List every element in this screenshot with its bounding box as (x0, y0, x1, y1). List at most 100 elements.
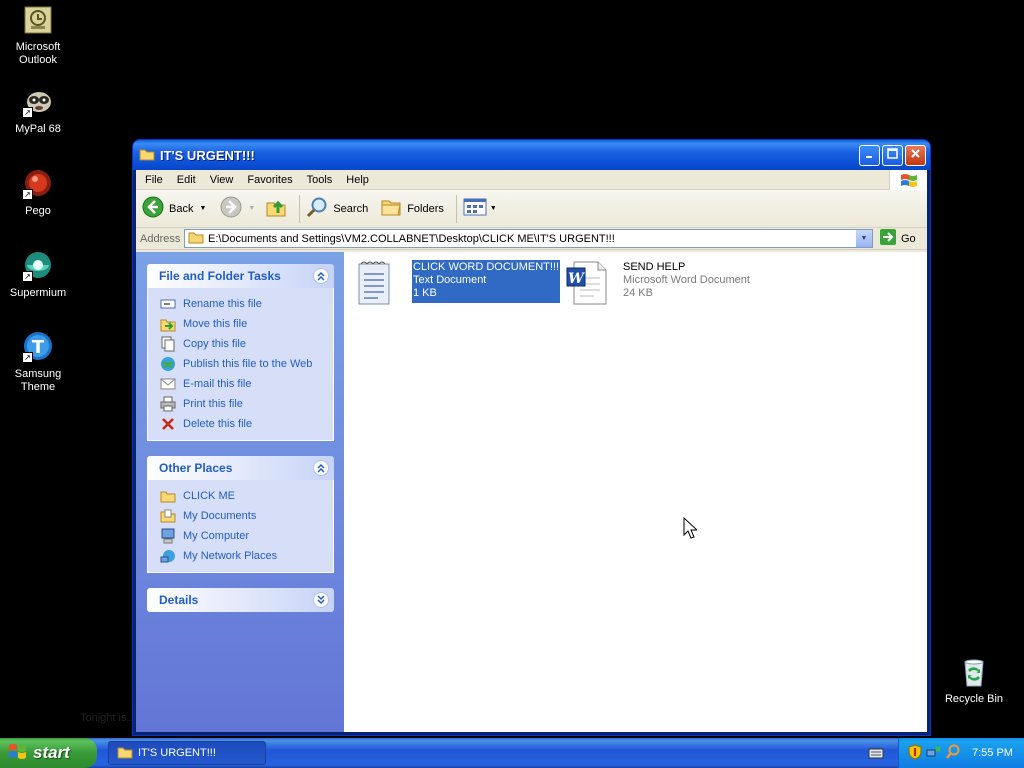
clock[interactable]: 7:55 PM (972, 747, 1013, 759)
up-folder-button[interactable] (265, 196, 287, 221)
desktop-icon-samsung-theme[interactable]: T ↗ Samsung Theme (0, 331, 76, 394)
maximize-icon (887, 148, 898, 162)
panel-title: File and Folder Tasks (159, 269, 281, 283)
shortcut-arrow-icon: ↗ (22, 271, 33, 282)
desktop-icon-pego[interactable]: ↗ Pego (0, 168, 76, 218)
task-label: Copy this file (183, 338, 246, 350)
details-header[interactable]: Details (147, 588, 334, 612)
place-my-network-places[interactable]: My Network Places (160, 546, 333, 566)
forward-arrow-icon (220, 196, 242, 221)
address-input[interactable]: E:\Documents and Settings\VM2.COLLABNET\… (184, 229, 873, 248)
chevron-down-icon[interactable]: ▼ (248, 205, 255, 212)
close-icon (910, 148, 921, 162)
title-bar[interactable]: IT'S URGENT!!! (133, 140, 930, 170)
taskbar: start IT'S URGENT!!! 7:55 PM (0, 738, 1024, 768)
menu-favorites[interactable]: Favorites (240, 174, 299, 186)
mouse-cursor-icon (683, 516, 699, 542)
folder-icon (160, 488, 176, 504)
security-shield-icon[interactable] (907, 743, 923, 763)
chevron-down-icon[interactable]: ▼ (490, 205, 497, 212)
close-button[interactable] (905, 144, 926, 166)
menu-help[interactable]: Help (339, 174, 376, 186)
place-click-me[interactable]: CLICK ME (160, 486, 333, 506)
views-button[interactable]: ▼ (463, 197, 497, 220)
task-move-file[interactable]: Move this file (160, 314, 333, 334)
search-button[interactable]: Search (306, 196, 368, 221)
chevron-down-icon[interactable]: ▼ (199, 205, 206, 212)
copy-icon (160, 336, 176, 352)
file-folder-tasks-panel: File and Folder Tasks Rename this file M… (147, 264, 334, 441)
desktop-icon-label: MyPal 68 (15, 123, 61, 135)
start-button[interactable]: start (0, 738, 97, 768)
maximize-button[interactable] (882, 144, 903, 166)
go-arrow-icon (879, 228, 897, 249)
folder-icon (117, 745, 133, 762)
address-dropdown-button[interactable]: ▼ (855, 230, 872, 247)
taskbar-item-explorer[interactable]: IT'S URGENT!!! (108, 741, 266, 765)
panel-title: Other Places (159, 461, 233, 475)
file-item-word-document[interactable]: W SEND HELP Microsoft Word Document 24 K… (566, 260, 751, 308)
search-tray-icon[interactable] (945, 744, 961, 763)
file-name: CLICK WORD DOCUMENT!!! (413, 261, 560, 273)
address-path: E:\Documents and Settings\VM2.COLLABNET\… (208, 232, 615, 245)
place-my-documents[interactable]: My Documents (160, 506, 333, 526)
desktop-icon-outlook[interactable]: Microsoft Outlook (0, 4, 76, 67)
keyboard-icon[interactable] (868, 746, 884, 763)
menu-edit[interactable]: Edit (170, 174, 203, 186)
back-arrow-icon (142, 196, 164, 221)
task-pane: File and Folder Tasks Rename this file M… (136, 252, 344, 732)
supermium-icon: ↗ (22, 250, 54, 282)
standard-toolbar: Back ▼ ▼ Search Folders ▼ (136, 190, 927, 228)
go-button[interactable]: Go (879, 228, 925, 249)
network-icon[interactable] (926, 744, 942, 763)
task-label: Delete this file (183, 418, 253, 430)
collapse-chevron-icon[interactable] (313, 460, 329, 476)
folder-icon (188, 230, 204, 247)
address-label: Address (140, 232, 181, 245)
desktop-icon-mypal[interactable]: ↗ MyPal 68 (0, 86, 76, 136)
task-email-file[interactable]: E-mail this file (160, 374, 333, 394)
task-copy-file[interactable]: Copy this file (160, 334, 333, 354)
task-rename-file[interactable]: Rename this file (160, 294, 333, 314)
place-my-computer[interactable]: My Computer (160, 526, 333, 546)
desktop-icon-label: Recycle Bin (944, 693, 1004, 705)
taskbar-item-label: IT'S URGENT!!! (138, 747, 216, 759)
menu-view[interactable]: View (203, 174, 241, 186)
outlook-icon (22, 4, 54, 36)
task-delete-file[interactable]: Delete this file (160, 414, 333, 434)
minimize-icon (865, 149, 875, 162)
folders-button[interactable]: Folders (380, 196, 444, 221)
desktop-icon-supermium[interactable]: ↗ Supermium (0, 250, 76, 300)
task-label: Move this file (183, 318, 248, 330)
desktop-icon-label: Pego (25, 205, 51, 217)
explorer-body: File and Folder Tasks Rename this file M… (136, 252, 927, 732)
menu-file[interactable]: File (138, 174, 170, 186)
shortcut-arrow-icon: ↗ (22, 107, 33, 118)
file-folder-tasks-header[interactable]: File and Folder Tasks (147, 264, 334, 288)
start-label: start (33, 743, 70, 762)
expand-chevron-icon[interactable] (313, 592, 329, 608)
place-label: CLICK ME (183, 490, 235, 502)
file-size: 24 KB (623, 287, 653, 299)
task-label: Publish this file to the Web (183, 358, 313, 370)
file-meta: SEND HELP Microsoft Word Document 24 KB (622, 260, 751, 303)
go-label: Go (901, 232, 916, 245)
desktop-icon-label: Samsung Theme (14, 368, 62, 393)
minimize-button[interactable] (859, 144, 880, 166)
task-publish-web[interactable]: Publish this file to the Web (160, 354, 333, 374)
forward-button[interactable]: ▼ (220, 196, 255, 221)
task-print-file[interactable]: Print this file (160, 394, 333, 414)
other-places-header[interactable]: Other Places (147, 456, 334, 480)
file-item-text-document[interactable]: CLICK WORD DOCUMENT!!! Text Document 1 K… (356, 260, 561, 308)
collapse-chevron-icon[interactable] (313, 268, 329, 284)
svg-text:W: W (568, 271, 585, 287)
delete-icon (160, 416, 176, 432)
menu-tools[interactable]: Tools (300, 174, 340, 186)
back-label: Back (169, 202, 194, 215)
samsung-theme-icon: T ↗ (22, 331, 54, 363)
back-button[interactable]: Back ▼ (142, 196, 206, 221)
place-label: My Computer (183, 530, 250, 542)
explorer-window: IT'S URGENT!!! File Edit View Favorites … (132, 139, 931, 736)
desktop-icon-recycle-bin[interactable]: Recycle Bin (936, 656, 1012, 706)
word-document-icon: W (566, 260, 614, 308)
